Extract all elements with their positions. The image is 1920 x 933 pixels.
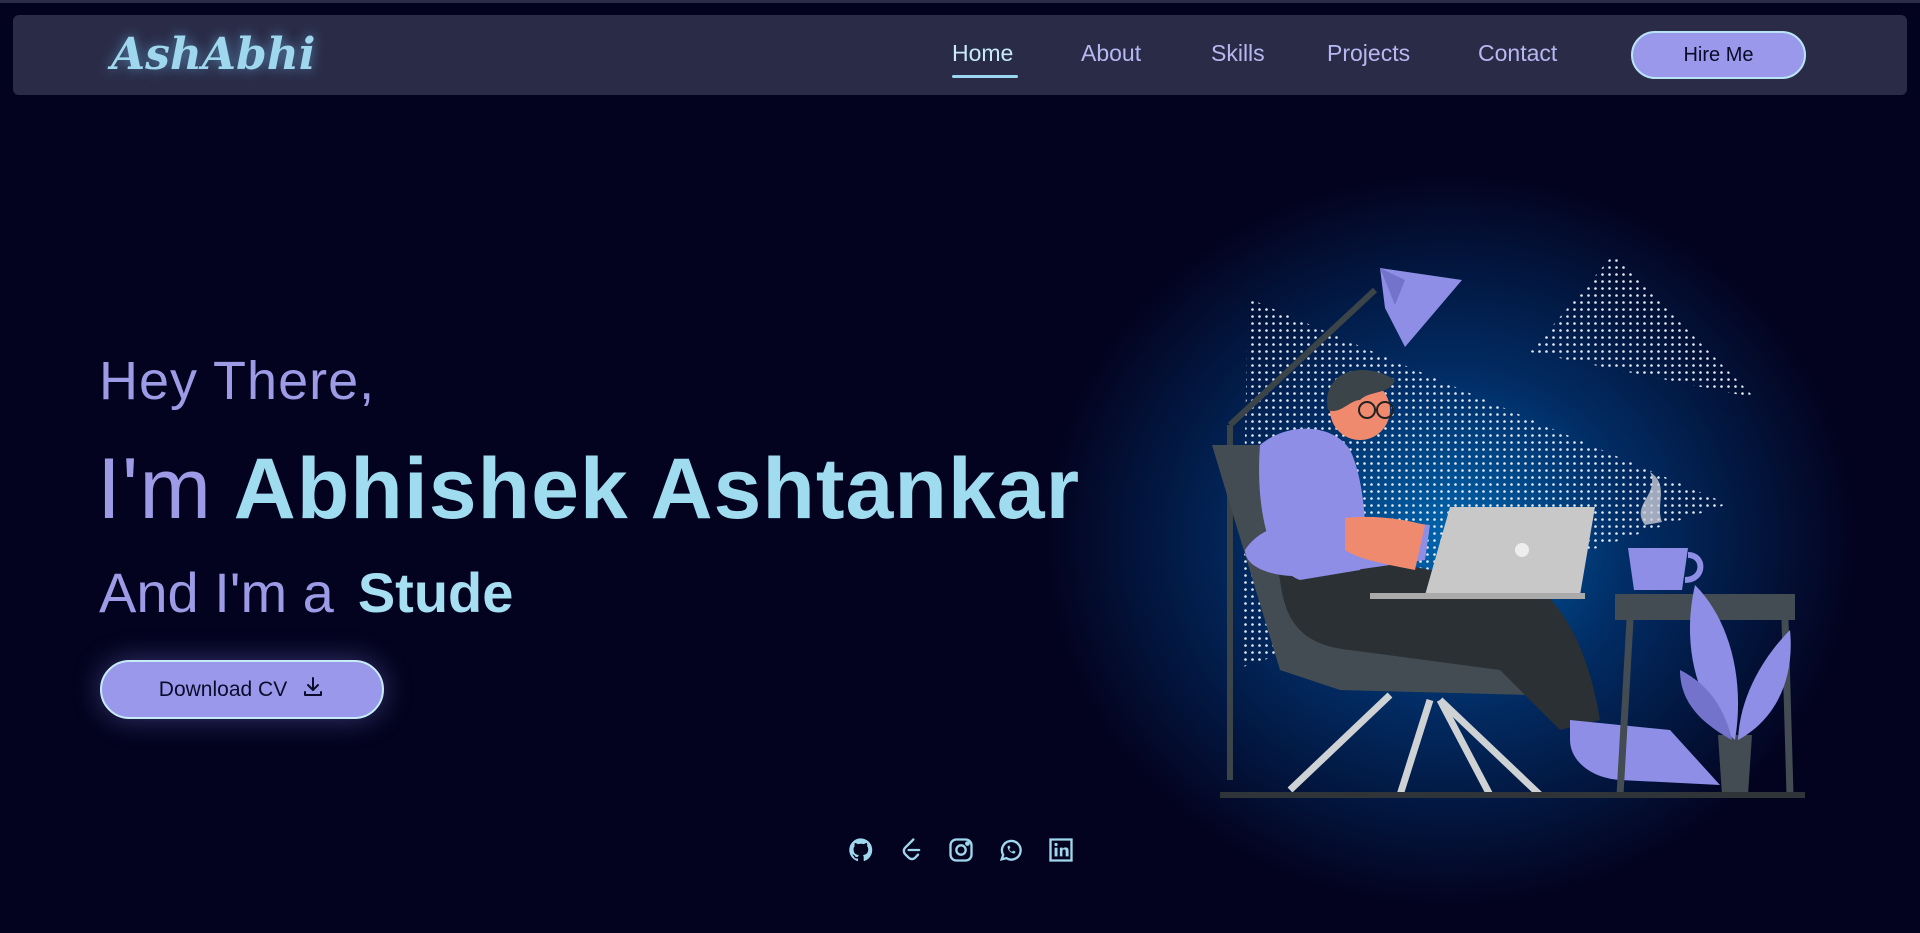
role-line: And I'm a Stude bbox=[99, 560, 513, 625]
nav-contact-link[interactable]: Contact bbox=[1478, 40, 1557, 67]
instagram-icon[interactable] bbox=[947, 836, 975, 864]
nav-home-link[interactable]: Home bbox=[952, 40, 1013, 67]
name-prefix: I'm bbox=[97, 441, 212, 537]
nav-skills-link[interactable]: Skills bbox=[1211, 40, 1265, 67]
role-prefix: And I'm a bbox=[99, 561, 334, 624]
nav-projects-link[interactable]: Projects bbox=[1327, 40, 1410, 67]
top-border bbox=[0, 0, 1920, 3]
whatsapp-icon[interactable] bbox=[997, 836, 1025, 864]
github-icon[interactable] bbox=[847, 836, 875, 864]
download-icon bbox=[301, 675, 325, 705]
floor-line bbox=[1220, 792, 1805, 798]
navbar: AshAbhi Home About Skills Projects Conta… bbox=[13, 15, 1907, 95]
hire-me-button[interactable]: Hire Me bbox=[1631, 31, 1806, 79]
download-cv-button[interactable]: Download CV bbox=[100, 660, 384, 719]
person-name: Abhishek Ashtankar bbox=[233, 441, 1081, 537]
developer-illustration bbox=[1212, 255, 1805, 798]
nav-about-link[interactable]: About bbox=[1081, 40, 1141, 67]
linkedin-icon[interactable] bbox=[1047, 836, 1075, 864]
name-heading: I'm Abhishek Ashtankar bbox=[97, 440, 1080, 539]
download-cv-label: Download CV bbox=[158, 677, 288, 701]
typed-role: Stude bbox=[357, 561, 514, 624]
dotted-triangle-right bbox=[1530, 255, 1755, 398]
leetcode-icon[interactable] bbox=[897, 836, 925, 864]
site-logo[interactable]: AshAbhi bbox=[111, 29, 316, 80]
greeting-text: Hey There, bbox=[99, 351, 376, 411]
active-nav-indicator bbox=[952, 75, 1018, 78]
